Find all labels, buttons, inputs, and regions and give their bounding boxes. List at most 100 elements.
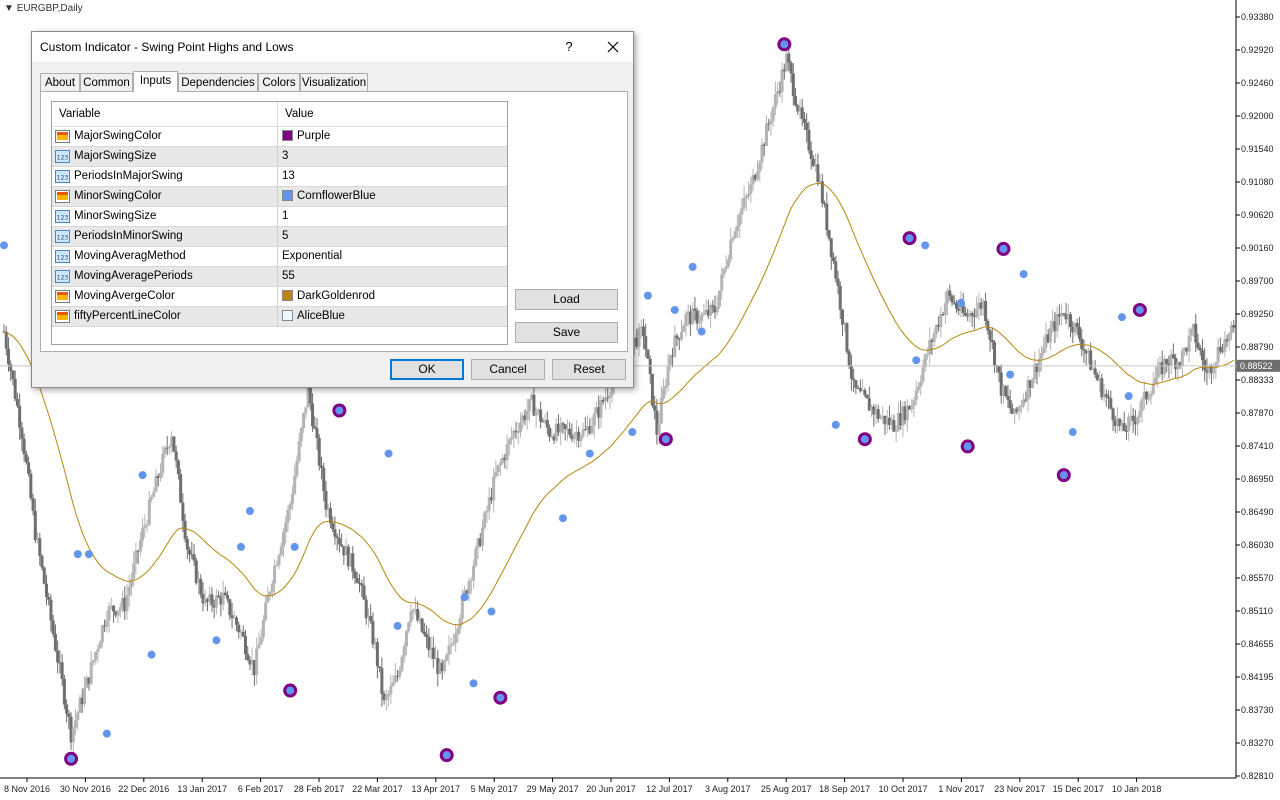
value-cell[interactable]: 55 xyxy=(278,267,507,286)
close-button[interactable] xyxy=(598,34,628,60)
value-cell[interactable]: 1 xyxy=(278,207,507,226)
grid-row-periodsinmajorswing[interactable]: 123 PeriodsInMajorSwing 13 xyxy=(52,167,507,187)
candle-body xyxy=(993,342,997,366)
grid-row-movingavergecolor[interactable]: MovingAvergeColor DarkGoldenrod xyxy=(52,287,507,307)
minor-swing-marker xyxy=(1006,370,1015,379)
minor-swing-marker xyxy=(831,420,840,429)
candle-body xyxy=(581,429,585,437)
value-cell[interactable]: 13 xyxy=(278,167,507,186)
candle-body xyxy=(534,411,538,416)
grid-row-fiftypercentlinecolor[interactable]: fiftyPercentLineColor AliceBlue xyxy=(52,307,507,327)
ok-button[interactable]: OK xyxy=(390,359,464,380)
value-cell[interactable]: Exponential xyxy=(278,247,507,266)
grid-rows: MajorSwingColor Purple 123 MajorSwingSize 3 1… xyxy=(52,127,507,327)
tab-colors[interactable]: Colors xyxy=(258,73,300,91)
candle-body xyxy=(4,331,8,349)
candle-body xyxy=(18,405,22,428)
date-tick-label: 29 May 2017 xyxy=(527,784,579,794)
candle-body xyxy=(53,633,57,651)
candle-body xyxy=(480,527,484,546)
load-button[interactable]: Load xyxy=(515,289,618,310)
candle-body xyxy=(94,652,98,661)
candle-body xyxy=(1055,314,1059,332)
dialog-titlebar[interactable]: Custom Indicator - Swing Point Highs and… xyxy=(32,32,633,62)
candle-body xyxy=(337,538,341,545)
minor-swing-marker xyxy=(496,693,505,702)
tab-inputs[interactable]: Inputs xyxy=(133,71,178,92)
help-button[interactable]: ? xyxy=(559,36,579,58)
candle-body xyxy=(404,631,408,647)
price-tick-label: 0.86950 xyxy=(1241,474,1274,484)
candle-body xyxy=(943,303,947,315)
candle-body xyxy=(407,622,411,632)
candle-body xyxy=(1017,407,1021,412)
candle-body xyxy=(666,365,670,386)
candle-body xyxy=(279,546,283,556)
reset-button[interactable]: Reset xyxy=(552,359,626,380)
value-cell[interactable]: Purple xyxy=(278,127,507,146)
value-cell[interactable]: CornflowerBlue xyxy=(278,187,507,206)
date-tick-label: 10 Oct 2017 xyxy=(878,784,927,794)
value-cell[interactable]: 3 xyxy=(278,147,507,166)
value-cell[interactable]: 5 xyxy=(278,227,507,246)
grid-row-minorswingsize[interactable]: 123 MinorSwingSize 1 xyxy=(52,207,507,227)
value-text: DarkGoldenrod xyxy=(297,290,375,302)
candle-body xyxy=(355,578,359,583)
price-tick-label: 0.88790 xyxy=(1241,342,1274,352)
candle-body xyxy=(472,565,476,581)
tab-common[interactable]: Common xyxy=(80,73,133,91)
candle-body xyxy=(15,399,19,406)
candle-body xyxy=(138,540,142,552)
grid-row-movingaveragmethod[interactable]: 123 MovingAveragMethod Exponential xyxy=(52,247,507,267)
candle-body xyxy=(548,427,552,437)
minor-swing-marker xyxy=(290,542,299,551)
candle-body xyxy=(273,566,277,584)
minor-swing-marker xyxy=(0,241,8,250)
price-tick-label: 0.82810 xyxy=(1241,771,1274,781)
candle-body xyxy=(264,602,268,620)
save-button[interactable]: Save xyxy=(515,322,618,343)
minor-swing-marker xyxy=(1117,313,1126,322)
grid-row-majorswingsize[interactable]: 123 MajorSwingSize 3 xyxy=(52,147,507,167)
grid-row-minorswingcolor[interactable]: MinorSwingColor CornflowerBlue xyxy=(52,187,507,207)
candle-body xyxy=(700,314,704,322)
grid-row-periodsinminorswing[interactable]: 123 PeriodsInMinorSwing 5 xyxy=(52,227,507,247)
candle-body xyxy=(65,704,69,714)
tab-about[interactable]: About xyxy=(40,73,80,91)
inputs-grid[interactable]: Variable Value MajorSwingColor Purple 123 M… xyxy=(51,101,508,345)
candle-body xyxy=(62,678,66,705)
price-tick-label: 0.85570 xyxy=(1241,573,1274,583)
candle-body xyxy=(840,309,844,325)
color-swatch xyxy=(282,310,293,321)
candle-body xyxy=(829,238,833,258)
value-cell[interactable]: DarkGoldenrod xyxy=(278,287,507,306)
candle-body xyxy=(1171,354,1175,359)
header-value[interactable]: Value xyxy=(278,102,507,126)
candle-body xyxy=(335,536,339,539)
candle-body xyxy=(299,427,303,442)
candle-body xyxy=(96,648,100,653)
cancel-button[interactable]: Cancel xyxy=(471,359,545,380)
candle-body xyxy=(297,441,301,461)
value-cell[interactable]: AliceBlue xyxy=(278,307,507,326)
variable-cell: 123 MovingAveragMethod xyxy=(52,247,278,266)
candle-body xyxy=(863,390,867,395)
candle-body xyxy=(1232,325,1236,328)
candle-body xyxy=(849,366,853,379)
candle-body xyxy=(387,694,391,697)
header-variable[interactable]: Variable xyxy=(52,102,278,126)
candle-body xyxy=(192,554,196,561)
price-tick-label: 0.89250 xyxy=(1241,309,1274,319)
candle-body xyxy=(20,427,24,439)
candle-body xyxy=(402,646,406,657)
candle-body xyxy=(125,595,129,612)
minor-swing-marker xyxy=(286,686,295,695)
candle-body xyxy=(1004,386,1008,396)
grid-row-majorswingcolor[interactable]: MajorSwingColor Purple xyxy=(52,127,507,147)
candle-body xyxy=(838,285,842,310)
candle-body xyxy=(1140,399,1144,412)
minor-swing-marker xyxy=(84,550,93,559)
tab-visualization[interactable]: Visualization xyxy=(300,73,368,91)
tab-dependencies[interactable]: Dependencies xyxy=(178,73,258,91)
grid-row-movingaverageperiods[interactable]: 123 MovingAveragePeriods 55 xyxy=(52,267,507,287)
